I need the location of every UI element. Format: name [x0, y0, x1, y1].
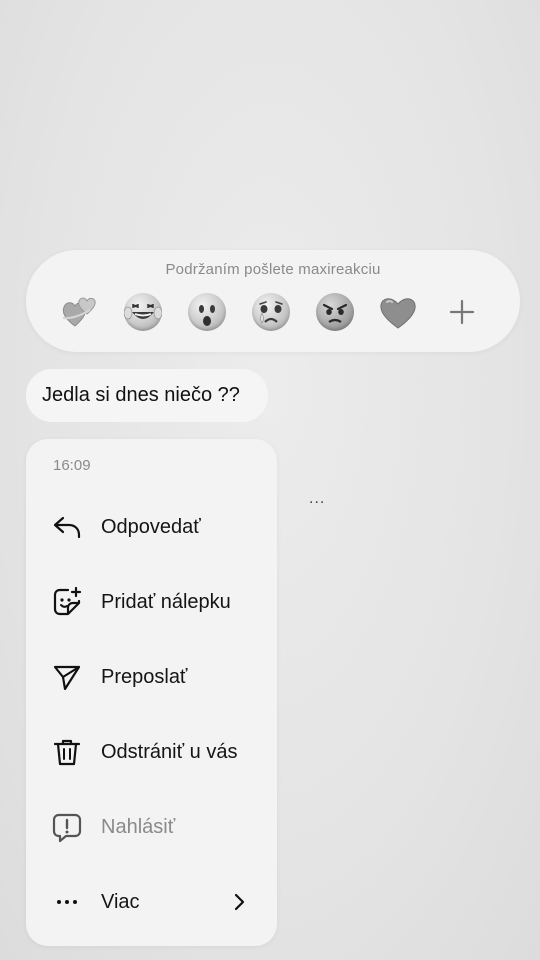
report-label: Nahlásiť: [101, 815, 176, 838]
report-icon: [51, 811, 83, 843]
add-sticker-label: Pridať nálepku: [101, 590, 231, 613]
reaction-hint: Podržaním pošlete maxireakciu: [165, 261, 381, 278]
forward-icon: [51, 661, 83, 693]
add-sticker-menu-item[interactable]: Pridať nálepku: [26, 574, 277, 630]
angry-emoji[interactable]: [315, 292, 355, 332]
forward-menu-item[interactable]: Preposlať: [26, 649, 277, 705]
crying-emoji[interactable]: [251, 292, 291, 332]
message-context-menu: 16:09 Odpovedať Pridať nálepku Preposlať: [26, 439, 277, 946]
laughing-tears-emoji[interactable]: [123, 292, 163, 332]
report-menu-item[interactable]: Nahlásiť: [26, 799, 277, 855]
forward-label: Preposlať: [101, 665, 188, 688]
more-icon: [51, 886, 83, 918]
heart-emoji[interactable]: [378, 292, 418, 332]
chevron-right-icon: [231, 891, 247, 918]
delete-for-you-label: Odstrániť u vás: [101, 740, 238, 763]
reply-menu-item[interactable]: Odpovedať: [26, 499, 277, 555]
plus-icon[interactable]: [442, 292, 482, 332]
trash-icon: [51, 736, 83, 768]
message-text: Jedla si dnes niečo ??: [42, 384, 240, 406]
sticker-icon: [51, 586, 83, 618]
more-menu-item[interactable]: Viac: [26, 874, 277, 930]
hearts-emoji[interactable]: [60, 292, 100, 332]
message-bubble[interactable]: Jedla si dnes niečo ??: [26, 369, 268, 422]
surprised-emoji[interactable]: [187, 292, 227, 332]
message-time: 16:09: [53, 457, 91, 474]
delete-for-you-menu-item[interactable]: Odstrániť u vás: [26, 724, 277, 780]
reaction-bar: Podržaním pošlete maxireakciu: [26, 250, 520, 352]
reply-icon: [51, 511, 83, 543]
typing-indicator: ...: [309, 490, 326, 507]
more-label: Viac: [101, 890, 140, 913]
reply-label: Odpovedať: [101, 515, 201, 538]
